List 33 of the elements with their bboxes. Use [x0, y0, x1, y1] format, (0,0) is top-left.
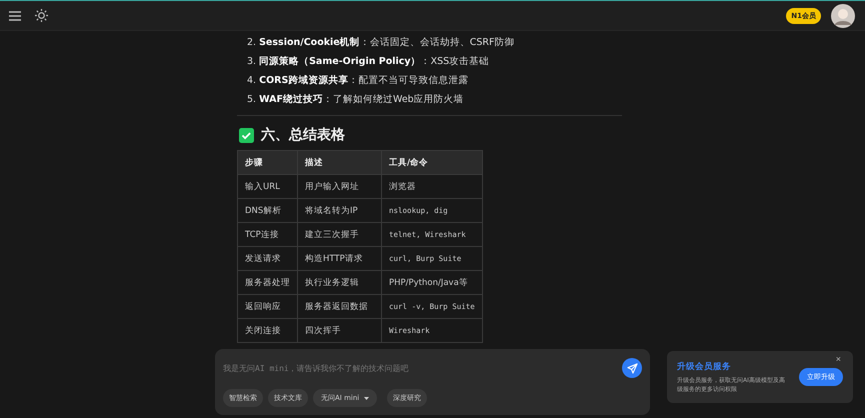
table-cell: 浏览器 [382, 174, 482, 198]
column-header: 工具/命令 [382, 150, 482, 174]
table-cell: TCP连接 [238, 222, 298, 246]
menu-icon[interactable] [9, 10, 21, 20]
section-heading: 六、总结表格 [261, 126, 345, 144]
list-item: 3. 同源策略（Same-Origin Policy）：XSS攻击基础 [247, 55, 490, 69]
send-icon [626, 362, 638, 374]
chat-input-field[interactable]: 我是无问AI mini，请告诉我你不了解的技术问题吧 [223, 364, 622, 372]
column-header: 步骤 [238, 150, 298, 174]
promo-title: 升级会员服务 [677, 360, 732, 372]
table-cell: 关闭连接 [238, 318, 298, 342]
list-item: 4. CORS跨域资源共享：配置不当可导致信息泄露 [247, 74, 470, 88]
table-cell: 返回响应 [238, 294, 298, 318]
table-cell: 将域名转为IP [298, 198, 382, 222]
table-cell: 四次挥手 [298, 318, 382, 342]
table-cell: PHP/Python/Java等 [382, 270, 482, 294]
column-header: 描述 [298, 150, 382, 174]
table-cell: 服务器返回数据 [298, 294, 382, 318]
close-button[interactable]: × [836, 354, 841, 364]
table-cell: 构造HTTP请求 [298, 246, 382, 270]
table-cell: DNS解析 [238, 198, 298, 222]
sun-icon[interactable] [35, 9, 48, 22]
table-cell: 服务器处理 [238, 270, 298, 294]
table-cell: 用户输入网址 [298, 174, 382, 198]
table-cell: 执行业务逻辑 [298, 270, 382, 294]
avatar-icon[interactable] [831, 4, 855, 28]
table-cell: 建立三次握手 [298, 222, 382, 246]
caret-icon [364, 396, 370, 400]
list-item: 5. WAF绕过技巧：了解如何绕过Web应用防火墙 [247, 93, 465, 107]
table-cell: 输入URL [238, 174, 298, 198]
table-cell: 发送请求 [238, 246, 298, 270]
list-item: 2. Session/Cookie机制：会话固定、会话劫持、CSRF防御 [247, 36, 516, 50]
send-button[interactable] [622, 358, 642, 378]
